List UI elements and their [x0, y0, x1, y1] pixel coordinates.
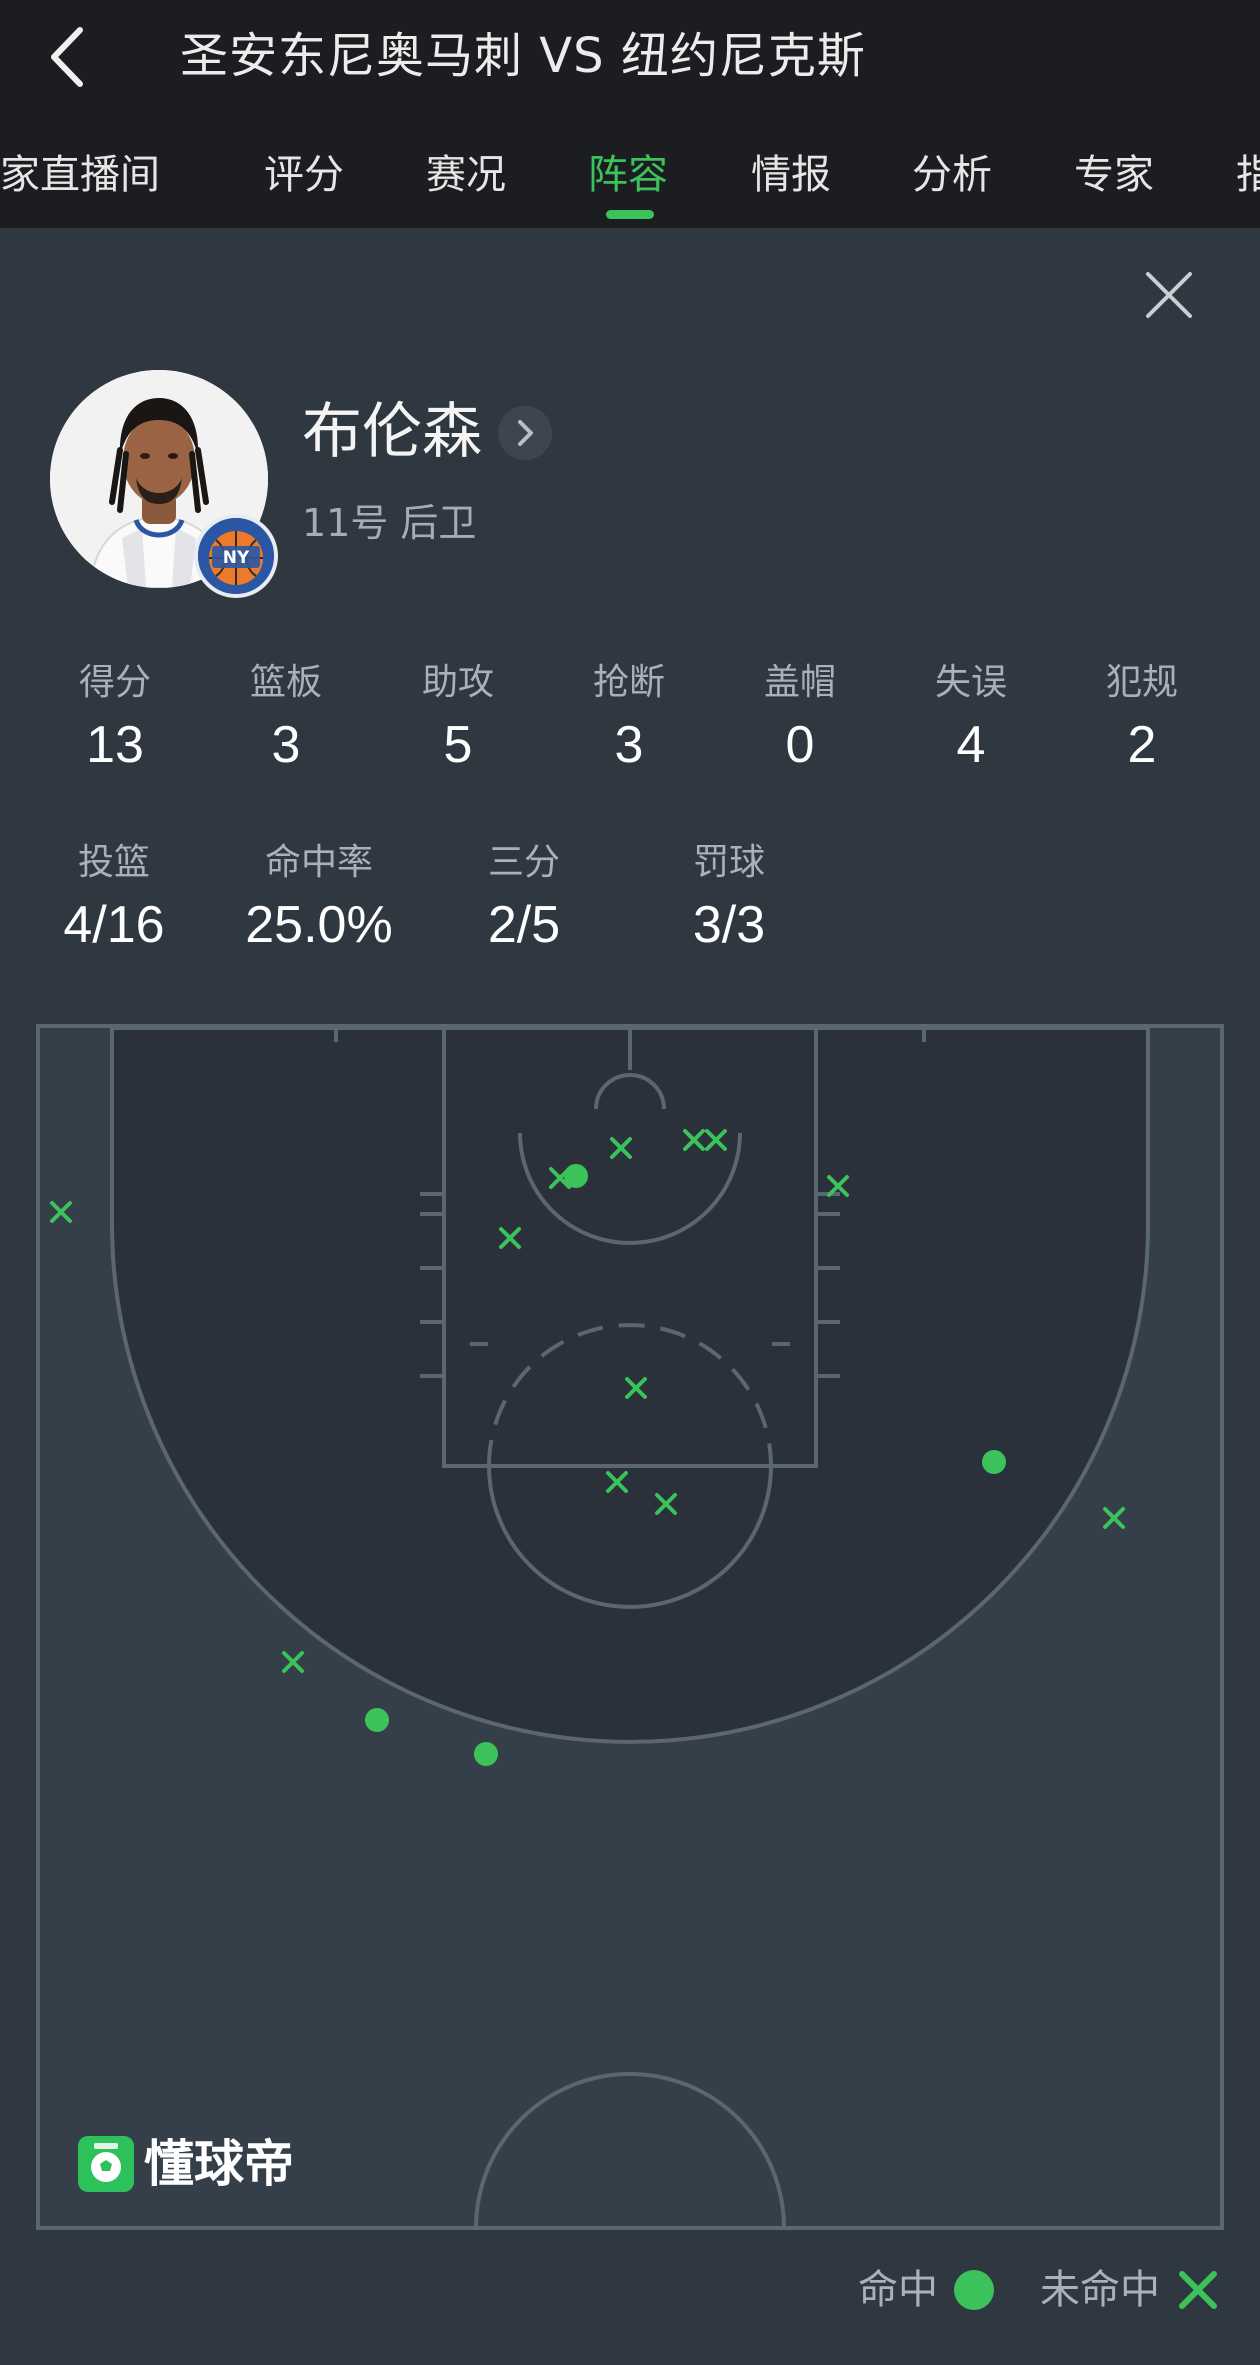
stat-value: 13: [86, 716, 144, 774]
match-title: 圣安东尼奥马刺 VS 纽约尼克斯: [180, 28, 866, 84]
stat-value: 3: [614, 716, 644, 774]
stat-value: 25.0%: [245, 896, 393, 954]
stat-turnovers: 失误 4: [886, 660, 1056, 778]
stat-label: 得分: [78, 662, 151, 703]
tab-more[interactable]: 指: [1236, 140, 1260, 210]
tab-ratings[interactable]: 评分: [264, 140, 344, 210]
stat-value: 3: [271, 716, 301, 774]
made-shot-icon: [982, 1450, 1006, 1474]
top-bar: 圣安东尼奥马刺 VS 纽约尼克斯 家直播间 评分 赛况 阵容 情报 分析 专家 …: [0, 0, 1260, 228]
player-number-position: 11号 后卫: [302, 501, 477, 545]
stat-steals: 抢断 3: [544, 660, 714, 778]
stat-free-throws: 罚球 3/3: [619, 840, 839, 958]
tab-experts[interactable]: 专家: [1074, 140, 1154, 210]
tab-lineup[interactable]: 阵容: [588, 140, 668, 210]
tab-live-room[interactable]: 家直播间: [0, 140, 160, 210]
legend-made-label: 命中: [858, 2267, 938, 2313]
made-shot-icon: [365, 1708, 389, 1732]
stat-rebounds: 篮板 3: [201, 660, 371, 778]
stat-label: 罚球: [692, 842, 765, 883]
chevron-right-icon[interactable]: [498, 406, 552, 460]
stat-three-pointers: 三分 2/5: [414, 840, 634, 958]
tab-bar: 家直播间 评分 赛况 阵容 情报 分析 专家 指: [0, 140, 1260, 220]
stat-label: 犯规: [1105, 662, 1178, 703]
stat-value: 2/5: [487, 896, 561, 954]
stat-label: 失误: [934, 662, 1007, 703]
legend-missed-label: 未命中: [1040, 2267, 1160, 2313]
stat-value: 3/3: [692, 896, 766, 954]
stat-field-goals: 投篮 4/16: [4, 840, 224, 958]
back-arrow-icon[interactable]: [44, 22, 92, 92]
stat-label: 命中率: [264, 842, 373, 883]
stat-value: 4: [956, 716, 986, 774]
stat-value: 5: [443, 716, 473, 774]
tab-analysis[interactable]: 分析: [912, 140, 992, 210]
stat-value: 2: [1127, 716, 1157, 774]
stat-label: 三分: [487, 842, 560, 883]
tab-intel[interactable]: 情报: [751, 140, 831, 210]
stat-value: 4/16: [63, 896, 165, 954]
stat-value: 0: [785, 716, 815, 774]
stat-label: 篮板: [249, 662, 322, 703]
logo-text: 懂球帝: [144, 2135, 294, 2193]
stat-label: 投篮: [77, 842, 150, 883]
stat-assists: 助攻 5: [373, 660, 543, 778]
stat-points: 得分 13: [30, 660, 200, 778]
stat-fg-percentage: 命中率 25.0%: [209, 840, 429, 958]
stat-label: 盖帽: [763, 662, 836, 703]
stat-fouls: 犯规 2: [1057, 660, 1227, 778]
missed-legend-icon: [1179, 2271, 1217, 2309]
made-shot-icon: [474, 1742, 498, 1766]
shot-chart-court: [36, 1024, 1224, 2230]
active-tab-indicator: [606, 210, 654, 219]
made-legend-icon: [954, 2270, 994, 2310]
stat-label: 助攻: [421, 662, 494, 703]
player-name[interactable]: 布伦森: [302, 392, 482, 472]
team-logo-badge: NY: [194, 514, 278, 598]
close-icon[interactable]: [1142, 268, 1196, 322]
tab-game-status[interactable]: 赛况: [426, 140, 506, 210]
team-badge-text: NY: [223, 548, 250, 568]
soccer-ball-icon: [78, 2136, 134, 2192]
made-shot-icon: [564, 1164, 588, 1188]
stat-label: 抢断: [592, 662, 665, 703]
stat-blocks: 盖帽 0: [715, 660, 885, 778]
